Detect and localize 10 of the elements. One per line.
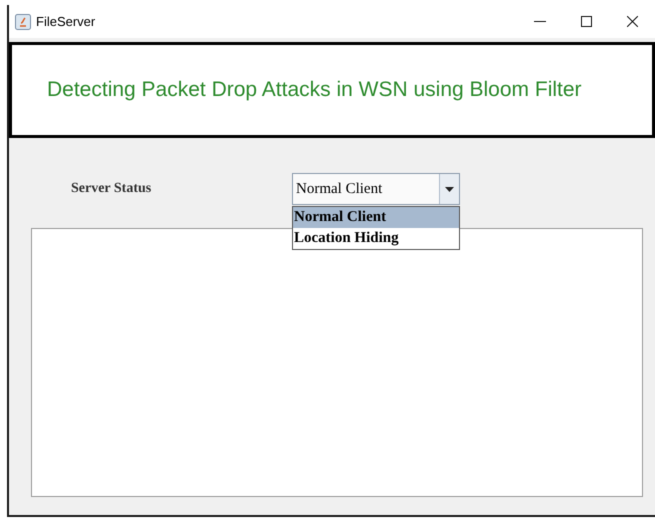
window-title: FileServer [36, 12, 96, 31]
status-combo-box[interactable]: Normal Client [292, 173, 460, 205]
banner-heading: Detecting Packet Drop Attacks in WSN using Bloom Filter [47, 77, 582, 104]
close-icon [626, 16, 638, 27]
dropdown-option[interactable]: Normal Client [293, 207, 459, 228]
minimize-icon [534, 20, 546, 22]
maximize-icon [580, 16, 592, 27]
server-status-label: Server Status [71, 180, 152, 198]
app-icon [15, 14, 31, 30]
dropdown-arrow-icon [445, 186, 454, 192]
